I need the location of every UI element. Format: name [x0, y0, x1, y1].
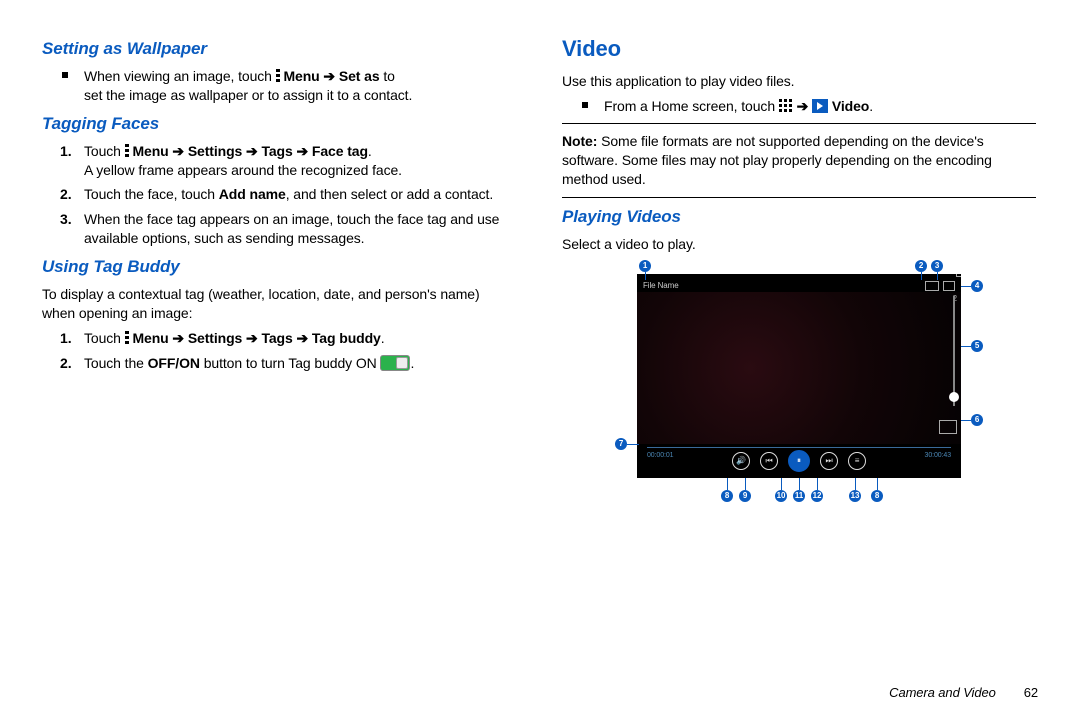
left-column: Setting as Wallpaper When viewing an ima… [42, 30, 516, 668]
callout-1: 1 [639, 260, 651, 272]
callout-8: 8 [721, 490, 733, 502]
callout-11: 11 [793, 490, 805, 502]
video-player: File Name 2 00:00:01 30:00:43 [637, 274, 961, 478]
menu-path: Menu ➔ Settings ➔ Tags ➔ Face tag [132, 143, 367, 159]
video-icon [812, 99, 828, 113]
arrow-icon: ➔ [323, 68, 335, 84]
callout-10: 10 [775, 490, 787, 502]
heading-video: Video [562, 34, 1036, 64]
popup-icon [925, 281, 939, 291]
text: Touch [84, 330, 121, 346]
text: From a Home screen, touch [604, 98, 775, 114]
addname-label: Add name [219, 186, 286, 202]
offon-label: OFF/ON [148, 355, 200, 371]
callout-13: 13 [849, 490, 861, 502]
footer-chapter: Camera and Video [889, 684, 996, 702]
text: set the image as wallpaper or to assign … [84, 87, 412, 103]
vol-btn: 🔊 [732, 452, 750, 470]
callout-6: 6 [971, 414, 983, 426]
playing-intro: Select a video to play. [562, 235, 1036, 254]
callout-4: 4 [971, 280, 983, 292]
period: . [368, 143, 372, 159]
note-text: Some file formats are not supported depe… [562, 133, 992, 187]
tagging-step-3: When the face tag appears on an image, t… [84, 210, 516, 248]
volume-handle [949, 392, 959, 402]
text: Touch the [84, 355, 144, 371]
volume-slider [953, 296, 955, 406]
menu-label: Menu [283, 68, 319, 84]
text: A yellow frame appears around the recogn… [84, 162, 402, 178]
text: When the face tag appears on an image, t… [84, 211, 499, 246]
video-intro: Use this application to play video files… [562, 72, 1036, 91]
pause-btn: ⏸ [788, 450, 810, 472]
text: button to turn Tag buddy ON [204, 355, 377, 371]
period: . [381, 330, 385, 346]
heading-tagbuddy: Using Tag Buddy [42, 256, 516, 279]
separator [562, 123, 1036, 124]
menu-icon [276, 69, 280, 83]
callout-12: 12 [811, 490, 823, 502]
tagging-step-1: Touch Menu ➔ Settings ➔ Tags ➔ Face tag.… [84, 142, 516, 180]
wallpaper-bullet: When viewing an image, touch Menu ➔ Set … [84, 67, 516, 105]
callout-2: 2 [915, 260, 927, 272]
tagbuddy-step-2: Touch the OFF/ON button to turn Tag budd… [84, 354, 516, 373]
player-file-name: File Name [643, 281, 679, 292]
text: to [383, 68, 394, 84]
callout-9: 9 [739, 490, 751, 502]
video-bullet: From a Home screen, touch ➔ Video. [604, 97, 1036, 116]
right-column: Video Use this application to play video… [562, 30, 1036, 668]
note-label: Note: [562, 133, 597, 149]
prev-btn: ⏮ [760, 452, 778, 470]
page-footer: Camera and Video 62 [42, 684, 1038, 702]
setas-label: Set as [339, 68, 380, 84]
menu-icon [125, 331, 129, 345]
period: . [869, 98, 873, 114]
screen-ratio-icon [939, 420, 957, 434]
menu-path: Menu ➔ Settings ➔ Tags ➔ Tag buddy [132, 330, 380, 346]
callout-3: 3 [931, 260, 943, 272]
video-note: Note: Some file formats are not supporte… [562, 132, 1036, 189]
text: When viewing an image, touch [84, 68, 272, 84]
callout-5: 5 [971, 340, 983, 352]
heading-wallpaper: Setting as Wallpaper [42, 38, 516, 61]
callout-8b: 8 [871, 490, 883, 502]
footer-page: 62 [1024, 684, 1038, 702]
player-viewport [637, 292, 961, 444]
next-btn: ⏭ [820, 452, 838, 470]
capture-icon [943, 281, 955, 291]
arrow-icon: ➔ [797, 98, 809, 114]
toggle-on-icon [380, 355, 410, 371]
text: , and then select or add a contact. [286, 186, 493, 202]
apps-icon [779, 99, 793, 113]
heading-playing: Playing Videos [562, 206, 1036, 229]
text: Touch the face, touch [84, 186, 215, 202]
period: . [410, 355, 414, 371]
list-btn: ≡ [848, 452, 866, 470]
video-player-figure: File Name 2 00:00:01 30:00:43 [609, 260, 989, 506]
callout-7: 7 [615, 438, 627, 450]
text: Touch [84, 143, 121, 159]
tagging-step-2: Touch the face, touch Add name, and then… [84, 185, 516, 204]
separator [562, 197, 1036, 198]
video-label: Video [832, 98, 869, 114]
menu-icon [125, 144, 129, 158]
tagbuddy-step-1: Touch Menu ➔ Settings ➔ Tags ➔ Tag buddy… [84, 329, 516, 348]
tagbuddy-intro: To display a contextual tag (weather, lo… [42, 285, 516, 323]
heading-tagging: Tagging Faces [42, 113, 516, 136]
